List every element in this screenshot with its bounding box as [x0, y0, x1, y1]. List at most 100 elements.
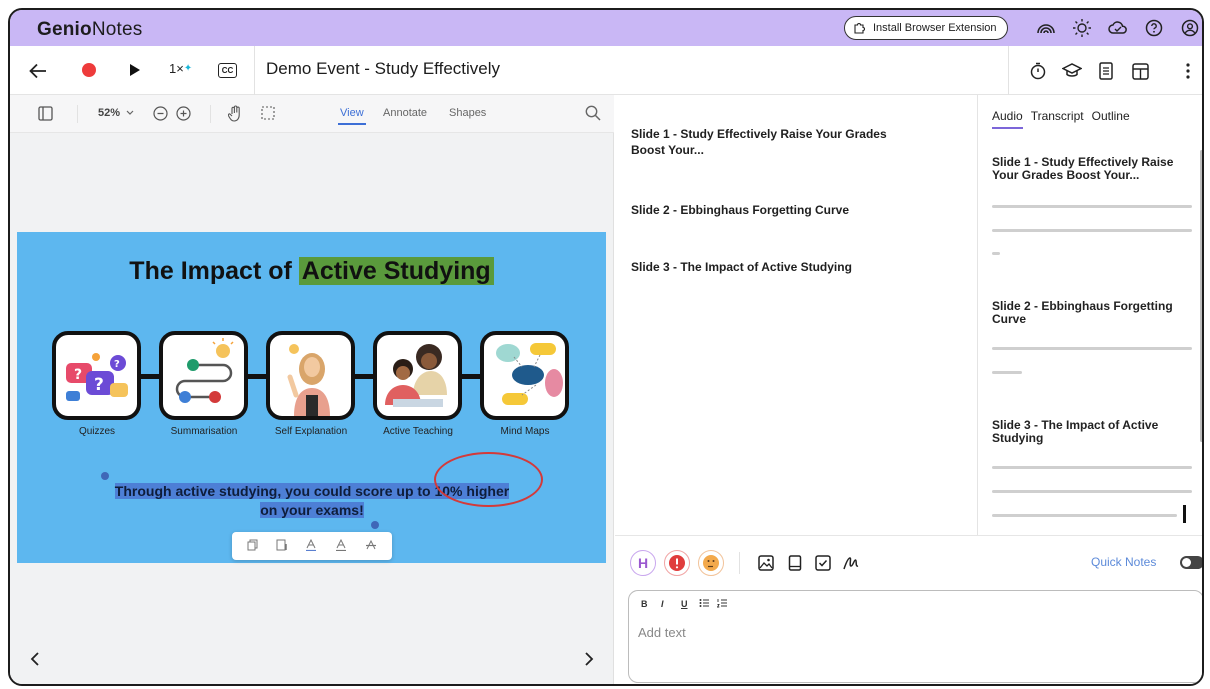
card-label-active-teaching: Active Teaching: [383, 426, 453, 437]
audio-waveform[interactable]: [992, 252, 1000, 255]
speed-button[interactable]: 1× ✦: [169, 61, 192, 76]
thinking-face-icon: [703, 555, 719, 571]
divider: [77, 105, 78, 123]
panel-scrollbar[interactable]: [1200, 150, 1202, 442]
audio-waveform[interactable]: [992, 514, 1177, 517]
audio-section-heading: Slide 1 - Study Effectively Raise Your G…: [992, 155, 1174, 182]
chevron-down-icon: [126, 110, 134, 115]
audio-waveform[interactable]: [992, 205, 1192, 208]
sun-icon[interactable]: [1064, 15, 1100, 41]
audio-section-heading: Slide 3 - The Impact of Active Studying: [992, 418, 1159, 445]
layout-icon[interactable]: [1128, 59, 1152, 83]
hand-tool-icon[interactable]: [228, 105, 243, 122]
notes-editor-area: H Quick Notes B I U Add text: [615, 535, 1202, 684]
audio-waveform[interactable]: [992, 371, 1022, 374]
play-button[interactable]: [129, 63, 141, 77]
record-button[interactable]: [82, 63, 96, 77]
account-icon[interactable]: [1172, 15, 1202, 41]
tab-transcript[interactable]: Transcript: [1031, 109, 1084, 123]
zoom-select[interactable]: 52%: [98, 107, 134, 119]
app-window: GenioNotes Install Browser Extension 1× …: [8, 8, 1204, 686]
quizzes-image: ? ? ?: [52, 331, 141, 420]
slide-list-item[interactable]: Slide 2 - Ebbinghaus Forgetting Curve: [631, 202, 911, 218]
quick-notes-label: Quick Notes: [1091, 555, 1157, 569]
record-dot-icon: [82, 63, 96, 77]
checkbox-icon[interactable]: [813, 553, 833, 573]
selection-handle-start[interactable]: [101, 472, 109, 480]
tab-outline[interactable]: Outline: [1092, 109, 1130, 123]
mind-maps-image: [480, 331, 569, 420]
bold-button[interactable]: B: [641, 599, 648, 609]
graduation-cap-icon[interactable]: [1060, 59, 1084, 83]
slide-viewer: 52% View Annotate Shapes The Impact of A…: [10, 95, 614, 684]
underline-icon[interactable]: [305, 538, 317, 554]
zoom-out-icon[interactable]: [153, 106, 168, 121]
italic-button[interactable]: I: [661, 599, 664, 609]
tab-view[interactable]: View: [338, 107, 366, 125]
slide-outline-list: Slide 1 - Study Effectively Raise Your G…: [615, 95, 977, 535]
slide-canvas[interactable]: The Impact of Active Studying ? ? ? Quiz…: [17, 232, 606, 563]
slide-title-prefix: The Impact of: [129, 257, 299, 285]
add-to-notes-icon[interactable]: [276, 539, 288, 554]
slide-list-item[interactable]: Slide 1 - Study Effectively Raise Your G…: [631, 126, 911, 158]
audio-waveform[interactable]: [992, 490, 1192, 493]
strikethrough-icon[interactable]: [365, 539, 377, 554]
svg-text:?: ?: [94, 375, 104, 395]
quick-notes-toggle[interactable]: [1180, 556, 1202, 569]
caption-line-2: on your exams!: [260, 502, 364, 518]
divider: [254, 46, 255, 95]
playhead-cursor[interactable]: [1183, 505, 1186, 523]
sidebar-toggle-icon[interactable]: [38, 106, 53, 121]
thinking-button[interactable]: [698, 550, 724, 576]
image-icon[interactable]: [756, 553, 776, 573]
brand-bold: Genio: [37, 19, 92, 40]
svg-text:?: ?: [114, 359, 120, 370]
brand-light: Notes: [91, 19, 143, 40]
timer-icon[interactable]: [1026, 59, 1050, 83]
zoom-value: 52%: [98, 107, 121, 119]
annotation-circle[interactable]: [434, 452, 543, 507]
back-arrow-icon[interactable]: [26, 59, 50, 83]
numbered-list-icon[interactable]: [716, 598, 727, 610]
heading-button[interactable]: H: [630, 550, 656, 576]
bookmark-icon[interactable]: [785, 553, 805, 573]
more-options-icon[interactable]: [1178, 59, 1198, 83]
notes-icon[interactable]: [1094, 59, 1118, 83]
cloud-icon[interactable]: [1100, 15, 1136, 41]
divider: [210, 105, 211, 123]
copy-icon[interactable]: [247, 539, 258, 554]
summarisation-image: [159, 331, 248, 420]
note-text-editor[interactable]: B I U Add text: [628, 590, 1202, 683]
previous-slide-icon[interactable]: [30, 650, 40, 671]
tab-audio[interactable]: Audio: [992, 109, 1023, 129]
slide-list-item[interactable]: Slide 3 - The Impact of Active Studying: [631, 259, 911, 275]
tab-annotate[interactable]: Annotate: [383, 107, 427, 119]
tab-shapes[interactable]: Shapes: [449, 107, 486, 119]
audio-waveform[interactable]: [992, 229, 1192, 232]
zoom-in-icon[interactable]: [176, 106, 191, 121]
audio-waveform[interactable]: [992, 466, 1192, 469]
underline-button[interactable]: U: [681, 599, 688, 609]
card-label-mind-maps: Mind Maps: [500, 426, 550, 437]
rainbow-icon[interactable]: [1028, 15, 1064, 41]
help-icon[interactable]: [1136, 15, 1172, 41]
handwriting-icon[interactable]: [841, 553, 861, 573]
search-icon[interactable]: [585, 105, 601, 121]
text-selection-toolbar: [232, 532, 392, 560]
svg-text:?: ?: [74, 367, 82, 383]
bullet-list-icon[interactable]: [699, 598, 709, 610]
next-slide-icon[interactable]: [584, 650, 594, 671]
audio-waveform[interactable]: [992, 347, 1192, 350]
divider: [1008, 46, 1009, 95]
important-button[interactable]: [664, 550, 690, 576]
selection-handle-end[interactable]: [371, 521, 379, 529]
event-title: Demo Event - Study Effectively: [266, 59, 501, 78]
card-label-summarisation: Summarisation: [170, 426, 238, 437]
captions-button[interactable]: CC: [218, 63, 237, 78]
highlight-icon[interactable]: [335, 538, 347, 554]
selection-tool-icon[interactable]: [261, 106, 276, 121]
install-extension-button[interactable]: Install Browser Extension: [844, 16, 1008, 40]
note-placeholder: Add text: [638, 625, 686, 640]
audio-section-heading: Slide 2 - Ebbinghaus Forgetting Curve: [992, 299, 1173, 326]
alert-icon: [669, 555, 685, 571]
